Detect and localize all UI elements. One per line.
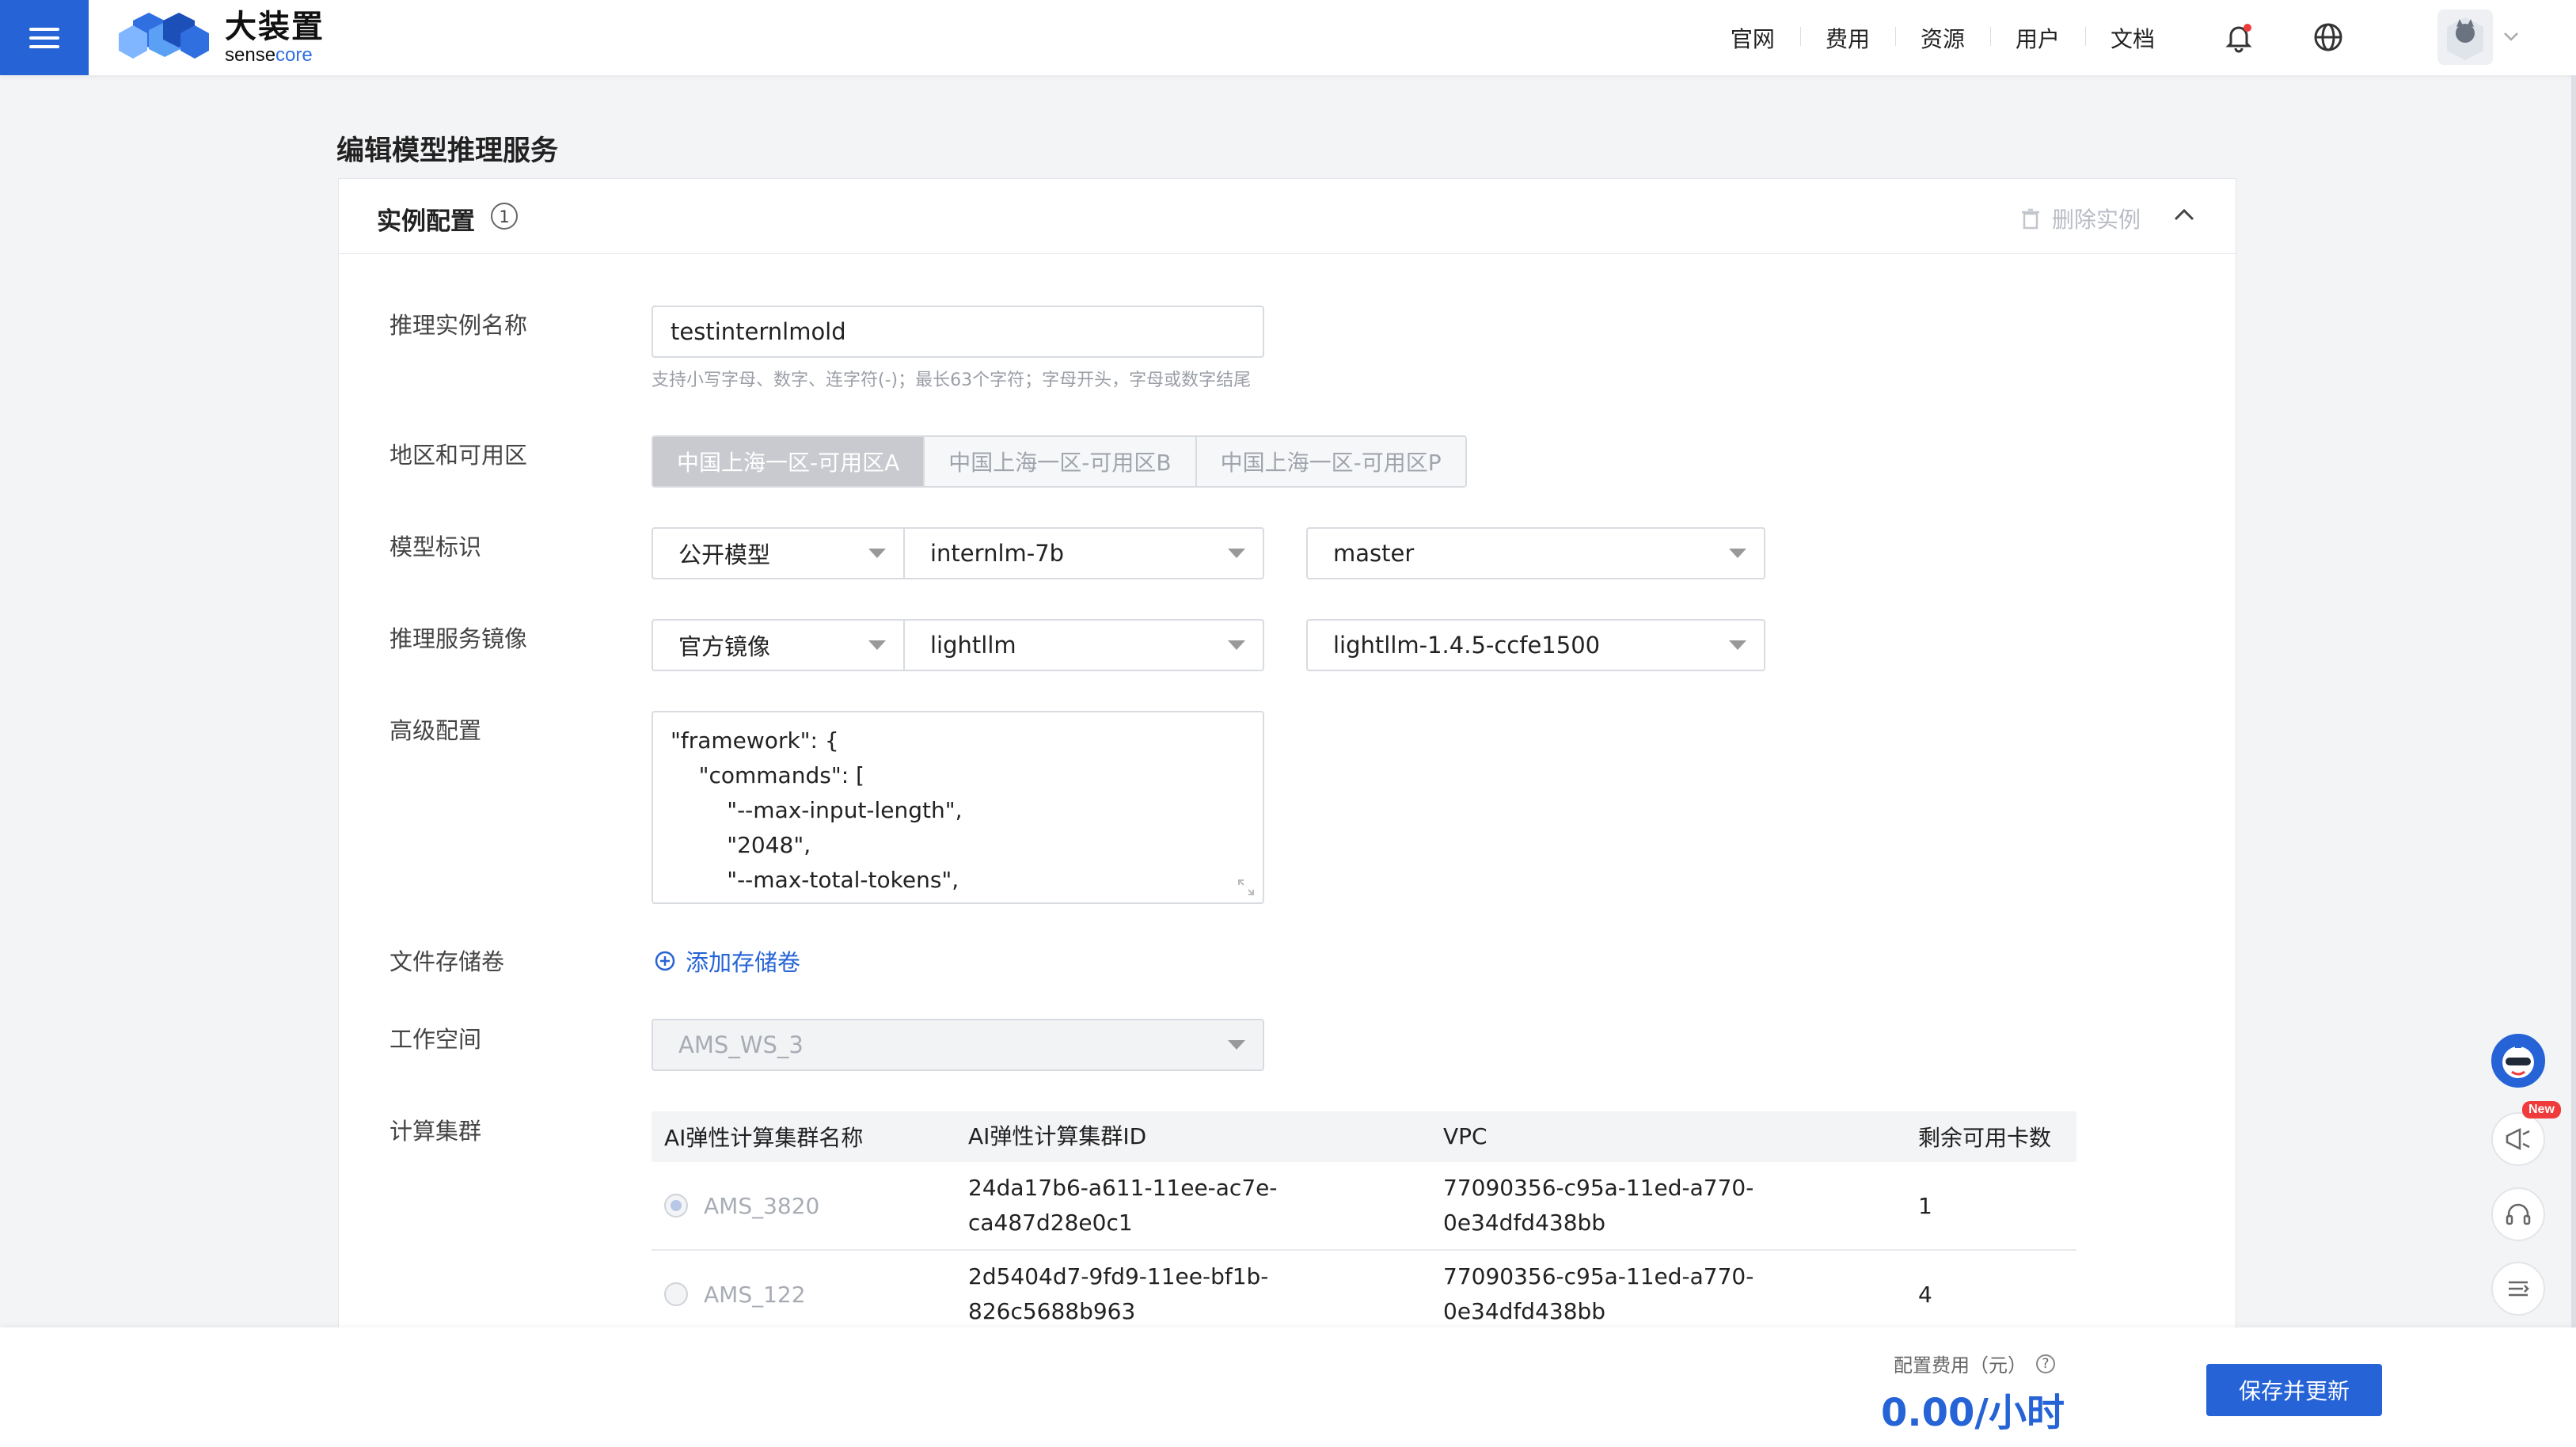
nav-billing[interactable]: 费用 bbox=[1799, 22, 1895, 54]
col-header-vpc: VPC bbox=[1443, 1123, 1487, 1149]
section-title: 实例配置 bbox=[377, 207, 475, 236]
caret-down-icon bbox=[1228, 640, 1245, 650]
image-label: 推理服务镜像 bbox=[389, 625, 528, 652]
top-nav: 官网 费用 资源 用户 文档 bbox=[1705, 0, 2180, 75]
workspace-select[interactable]: AMS_WS_3 bbox=[652, 1019, 1264, 1071]
instance-name-input[interactable]: testinternlmold bbox=[652, 306, 1264, 358]
announcement-button[interactable] bbox=[2491, 1112, 2545, 1166]
nav-resources[interactable]: 资源 bbox=[1894, 22, 1990, 54]
col-header-id: AI弹性计算集群ID bbox=[968, 1123, 1147, 1149]
card-header: 实例配置 1 删除实例 bbox=[339, 179, 2236, 254]
model-version-select[interactable]: master bbox=[1306, 527, 1765, 579]
image-version-select[interactable]: lightllm-1.4.5-ccfe1500 bbox=[1306, 619, 1765, 671]
menu-fold-icon bbox=[2509, 1281, 2529, 1297]
logo-title: 大装置 bbox=[225, 9, 325, 45]
table-header: AI弹性计算集群名称 AI弹性计算集群ID VPC 剩余可用卡数 bbox=[652, 1111, 2076, 1162]
advanced-label: 高级配置 bbox=[389, 717, 482, 744]
name-label: 推理实例名称 bbox=[389, 312, 528, 339]
image-name-select[interactable]: lightllm bbox=[903, 619, 1264, 671]
plus-circle-icon bbox=[655, 951, 675, 971]
model-name-select[interactable]: internlm-7b bbox=[903, 527, 1264, 579]
chevron-down-icon[interactable] bbox=[2502, 27, 2521, 46]
menu-button[interactable] bbox=[0, 0, 89, 75]
delete-instance-button[interactable]: 删除实例 bbox=[2020, 203, 2141, 234]
globe-icon[interactable] bbox=[2310, 19, 2346, 55]
caret-down-icon bbox=[1729, 640, 1746, 650]
radio-button[interactable] bbox=[664, 1194, 688, 1217]
robot-icon bbox=[2502, 1042, 2534, 1078]
storage-label: 文件存储卷 bbox=[389, 948, 505, 975]
model-type-select[interactable]: 公开模型 bbox=[652, 527, 905, 579]
scrollbar-track[interactable] bbox=[2571, 75, 2576, 1327]
table-row[interactable]: AMS_3820 24da17b6-a611-11ee-ac7e-ca487d2… bbox=[652, 1162, 2076, 1251]
footer-bar: 配置费用（元） ? 0.00/小时 保存并更新 bbox=[0, 1327, 2576, 1447]
region-option-p[interactable]: 中国上海一区-可用区P bbox=[1196, 437, 1465, 486]
radio-button[interactable] bbox=[664, 1282, 688, 1306]
caret-down-icon bbox=[1228, 1040, 1245, 1050]
headset-icon bbox=[2506, 1203, 2531, 1225]
table-row[interactable]: AMS_122 2d5404d7-9fd9-11ee-bf1b- 826c5688… bbox=[652, 1251, 2076, 1339]
page-title: 编辑模型推理服务 bbox=[336, 135, 559, 167]
trash-icon bbox=[2021, 208, 2039, 230]
logo-icon bbox=[119, 13, 209, 59]
save-update-button[interactable]: 保存并更新 bbox=[2206, 1364, 2382, 1416]
hamburger-icon bbox=[29, 27, 59, 48]
fee-label: 配置费用（元） ? bbox=[1894, 1350, 2055, 1377]
fee-value: 0.00/小时 bbox=[1881, 1391, 2065, 1435]
megaphone-icon bbox=[2506, 1127, 2530, 1151]
expand-icon[interactable] bbox=[1236, 877, 1256, 898]
new-badge: New bbox=[2522, 1101, 2561, 1118]
cluster-table: AI弹性计算集群名称 AI弹性计算集群ID VPC 剩余可用卡数 AMS_382… bbox=[652, 1111, 2076, 1339]
region-selector: 中国上海一区-可用区A 中国上海一区-可用区B 中国上海一区-可用区P bbox=[652, 435, 1467, 488]
question-icon[interactable]: ? bbox=[2036, 1354, 2055, 1373]
collapse-panel-button[interactable] bbox=[2491, 1262, 2545, 1316]
logo[interactable]: 大装置 sensecore bbox=[117, 6, 325, 70]
nav-docs[interactable]: 文档 bbox=[2084, 22, 2180, 54]
cluster-label: 计算集群 bbox=[389, 1118, 482, 1145]
region-option-b[interactable]: 中国上海一区-可用区B bbox=[925, 437, 1197, 486]
image-type-select[interactable]: 官方镜像 bbox=[652, 619, 905, 671]
region-label: 地区和可用区 bbox=[389, 442, 528, 469]
nav-users[interactable]: 用户 bbox=[1989, 22, 2085, 54]
chevron-up-icon[interactable] bbox=[2172, 206, 2196, 223]
col-header-cards: 剩余可用卡数 bbox=[1918, 1125, 2052, 1151]
caret-down-icon bbox=[1729, 549, 1746, 558]
user-avatar[interactable] bbox=[2437, 9, 2493, 65]
caret-down-icon bbox=[868, 640, 886, 650]
model-label: 模型标识 bbox=[389, 534, 482, 560]
caret-down-icon bbox=[868, 549, 886, 558]
workspace-label: 工作空间 bbox=[389, 1026, 482, 1053]
caret-down-icon bbox=[1228, 549, 1245, 558]
assistant-robot-button[interactable] bbox=[2491, 1034, 2545, 1088]
name-hint: 支持小写字母、数字、连字符(-)；最长63个字符；字母开头，字母或数字结尾 bbox=[652, 370, 1252, 390]
advanced-config-textarea[interactable]: "framework": { "commands": [ "--max-inpu… bbox=[652, 711, 1264, 904]
region-option-a[interactable]: 中国上海一区-可用区A bbox=[653, 437, 925, 486]
add-storage-button[interactable]: 添加存储卷 bbox=[654, 944, 800, 978]
section-number-badge: 1 bbox=[491, 203, 518, 230]
nav-official-site[interactable]: 官网 bbox=[1705, 22, 1800, 54]
col-header-name: AI弹性计算集群名称 bbox=[664, 1125, 864, 1151]
support-button[interactable] bbox=[2491, 1187, 2545, 1241]
top-bar: 大装置 sensecore 官网 费用 资源 用户 文档 bbox=[0, 0, 2576, 75]
logo-subtitle: sensecore bbox=[225, 44, 313, 66]
bell-icon[interactable] bbox=[2221, 19, 2257, 55]
